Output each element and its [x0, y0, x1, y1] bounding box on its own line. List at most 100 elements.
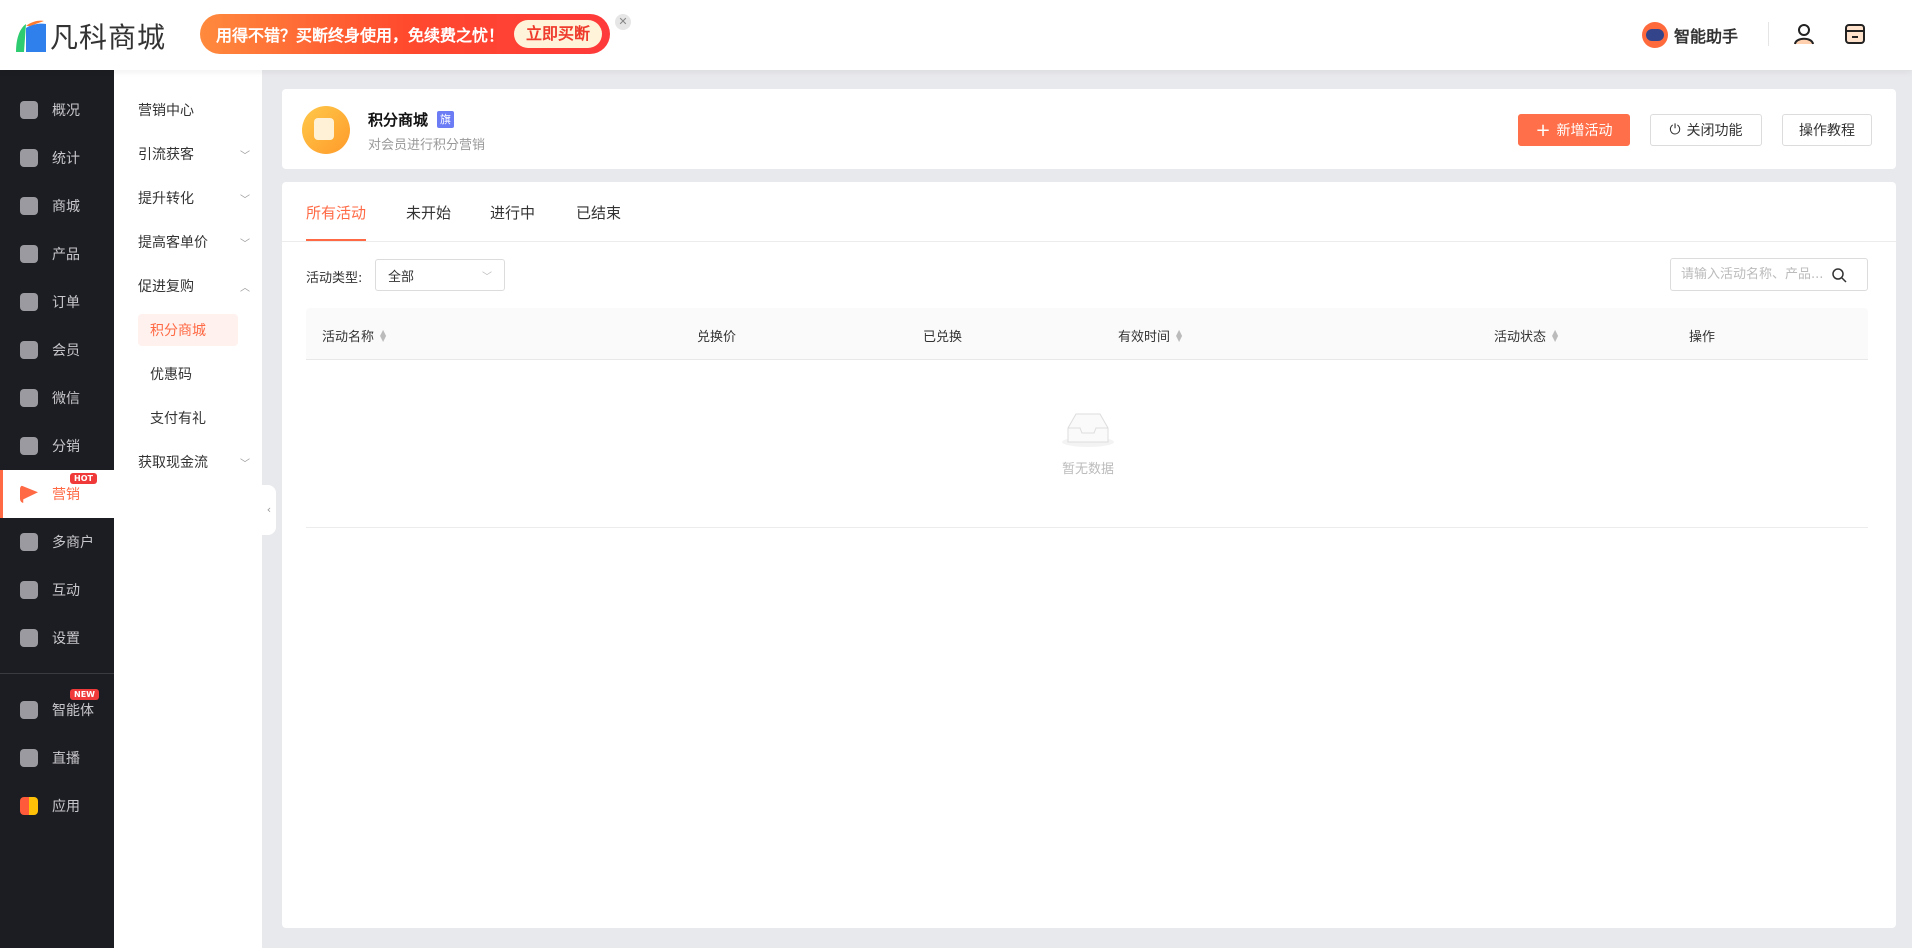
sidebar-item-label: 设置 [52, 631, 80, 647]
empty-text: 暂无数据 [1061, 462, 1114, 477]
col-redeemed: 已兑换 [923, 326, 962, 345]
search-icon[interactable] [1831, 267, 1847, 283]
chevron-down-icon: ﹀ [482, 271, 492, 283]
submenu-item-7[interactable]: 支付有礼 [138, 402, 238, 434]
sidebar-item-14[interactable]: 应用 [0, 782, 114, 830]
chevron-down-icon: ﹀ [240, 194, 250, 206]
page-title: 积分商城 [368, 111, 429, 129]
tv-icon [20, 749, 38, 767]
sidebar-item-6[interactable]: 微信 [0, 374, 114, 422]
submenu-item-5[interactable]: 积分商城 [138, 314, 238, 346]
close-feature-label: 关闭功能 [1686, 123, 1743, 139]
col-label: 操作 [1689, 330, 1716, 345]
sidebar-item-7[interactable]: 分销 [0, 422, 114, 470]
sidebar-item-12[interactable]: 智能体 NEW [0, 686, 114, 734]
search-input[interactable] [1681, 267, 1831, 282]
chevron-down-icon: ﹀ [240, 150, 250, 162]
submenu-item-1[interactable]: 引流获客 ﹀ [138, 138, 250, 170]
sidebar-item-label: 概况 [52, 103, 80, 119]
logo-text[interactable]: 凡科商城 [50, 16, 166, 56]
sidebar-item-label: 订单 [52, 295, 80, 311]
sidebar-item-label: 会员 [52, 343, 80, 359]
tab-ended[interactable]: 已结束 [576, 202, 621, 242]
sidebar-item-label: 应用 [52, 799, 80, 815]
submenu-label: 营销中心 [138, 103, 194, 119]
apps-icon [20, 797, 38, 815]
submenu-item-0[interactable]: 营销中心 [138, 94, 250, 126]
sort-icon[interactable]: ▲ ▼ [1176, 328, 1182, 342]
col-status[interactable]: 活动状态 ▲ ▼ [1494, 326, 1558, 345]
table-bottom-line [306, 527, 1868, 528]
buy-now-button[interactable]: 立即买断 [513, 20, 602, 48]
tab-in-progress[interactable]: 进行中 [490, 202, 535, 242]
submenu-label: 促进复购 [138, 279, 194, 295]
close-banner-icon[interactable]: ✕ [615, 14, 631, 30]
col-price: 兑换价 [697, 326, 736, 345]
sidebar-item-9[interactable]: 多商户 [0, 518, 114, 566]
assistant-button[interactable]: 智能助手 [1642, 20, 1738, 50]
sidebar-item-0[interactable]: 概况 [0, 86, 114, 134]
sidebar-item-label: 多商户 [52, 535, 94, 551]
plus-icon: + [1535, 119, 1551, 141]
empty-inbox-icon [1062, 413, 1114, 447]
submenu-label: 支付有礼 [150, 411, 206, 427]
submenu-item-8[interactable]: 获取现金流 ﹀ [138, 446, 250, 478]
submenu-item-6[interactable]: 优惠码 [138, 358, 238, 390]
col-valid-time[interactable]: 有效时间 ▲ ▼ [1118, 326, 1182, 345]
col-label: 有效时间 [1118, 330, 1171, 345]
sort-icon[interactable]: ▲ ▼ [1552, 328, 1558, 342]
submenu-label: 优惠码 [150, 367, 192, 383]
activity-type-label: 活动类型: [306, 271, 363, 286]
sidebar-item-2[interactable]: 商城 [0, 182, 114, 230]
tab-all[interactable]: 所有活动 [306, 202, 367, 242]
select-value: 全部 [388, 269, 415, 285]
submenu-item-3[interactable]: 提高客单价 ﹀ [138, 226, 250, 258]
sidebar-item-label: 统计 [52, 151, 80, 167]
sidebar-item-5[interactable]: 会员 [0, 326, 114, 374]
sidebar-item-11[interactable]: 设置 [0, 614, 114, 662]
sidebar-item-label: 商城 [52, 199, 80, 215]
tab-not-started[interactable]: 未开始 [406, 202, 451, 242]
collapse-handle[interactable]: ‹ [262, 485, 276, 535]
interact-icon [20, 581, 38, 599]
close-feature-button[interactable]: ⏻ 关闭功能 [1650, 114, 1762, 146]
store-icon [20, 533, 38, 551]
sidebar-item-label: 营销 [52, 487, 80, 503]
submenu-item-4[interactable]: 促进复购 ︿ [138, 270, 250, 302]
sidebar-item-label: 智能体 [52, 703, 94, 719]
activity-type-select[interactable]: 全部 ﹀ [375, 259, 505, 291]
grid-icon [20, 245, 38, 263]
submenu-label: 积分商城 [150, 323, 206, 339]
sidebar-item-3[interactable]: 产品 [0, 230, 114, 278]
search-box [1670, 258, 1868, 291]
bag-icon [20, 197, 38, 215]
header-divider [1768, 22, 1769, 46]
sidebar-item-label: 产品 [52, 247, 80, 263]
user-icon[interactable] [1792, 22, 1816, 46]
sidebar-item-1[interactable]: 统计 [0, 134, 114, 182]
banner-text: 用得不错？买断终身使用，免续费之忧！ [216, 26, 505, 45]
add-activity-button[interactable]: + 新增活动 [1518, 114, 1630, 146]
flag-icon [20, 485, 38, 503]
table-header: 活动名称 ▲ ▼ 兑换价 已兑换 有效时间 ▲ ▼ 活动状态 ▲ ▼ 操作 [306, 308, 1868, 360]
submenu-label: 获取现金流 [138, 455, 208, 471]
col-name[interactable]: 活动名称 ▲ ▼ [322, 326, 386, 345]
sidebar-item-13[interactable]: 直播 [0, 734, 114, 782]
col-label: 已兑换 [923, 330, 963, 345]
sidebar-item-10[interactable]: 互动 [0, 566, 114, 614]
sidebar-item-8[interactable]: 营销 HOT [0, 470, 114, 518]
col-label: 兑换价 [697, 330, 737, 345]
submenu-item-2[interactable]: 提升转化 ﹀ [138, 182, 250, 214]
chevron-down-icon: ﹀ [240, 238, 250, 250]
logo-icon [16, 20, 46, 52]
sidebar-item-label: 微信 [52, 391, 80, 407]
tutorial-button[interactable]: 操作教程 [1782, 114, 1872, 146]
store-icon[interactable] [1843, 22, 1867, 46]
col-actions: 操作 [1689, 326, 1715, 345]
sidebar-badge: NEW [70, 689, 99, 700]
sidebar-divider [0, 673, 114, 674]
sidebar-item-4[interactable]: 订单 [0, 278, 114, 326]
flagship-badge: 旗 [437, 111, 454, 128]
promo-banner[interactable]: 用得不错？买断终身使用，免续费之忧！ 立即买断 [200, 14, 610, 54]
sort-icon[interactable]: ▲ ▼ [380, 328, 386, 342]
